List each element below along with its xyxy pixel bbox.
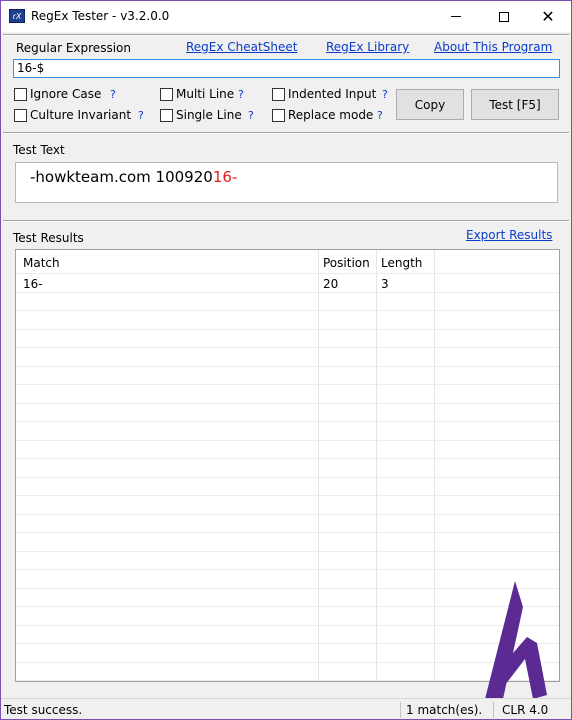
indented-input-label: Indented Input <box>288 87 377 101</box>
close-button[interactable]: ✕ <box>525 1 571 32</box>
status-text: Test success. <box>4 703 83 717</box>
replace-mode-label: Replace mode <box>288 108 374 122</box>
ignore-case-checkbox[interactable] <box>14 87 27 101</box>
row-divider <box>16 551 559 552</box>
minimize-icon <box>451 16 461 17</box>
export-results-link[interactable]: Export Results <box>466 228 552 242</box>
multi-line-help[interactable]: ? <box>238 88 244 101</box>
single-line-label: Single Line <box>176 108 242 122</box>
column-header-match[interactable]: Match <box>23 256 60 270</box>
ignore-case-help[interactable]: ? <box>110 88 116 101</box>
row-divider <box>16 477 559 478</box>
test-text-label: Test Text <box>13 143 65 157</box>
row-divider <box>16 273 559 274</box>
row-divider <box>16 458 559 459</box>
single-line-option[interactable]: Single Line <box>160 108 242 122</box>
row-divider <box>16 384 559 385</box>
column-divider <box>434 250 435 681</box>
single-line-checkbox[interactable] <box>160 108 173 122</box>
ignore-case-label: Ignore Case <box>30 87 102 101</box>
row-divider <box>16 310 559 311</box>
row-divider <box>16 514 559 515</box>
maximize-icon <box>499 11 509 22</box>
regex-input[interactable]: 16-$ <box>13 59 560 78</box>
regex-library-link[interactable]: RegEx Library <box>326 40 409 54</box>
indented-input-checkbox[interactable] <box>272 87 285 101</box>
culture-invariant-label: Culture Invariant <box>30 108 132 122</box>
column-divider <box>318 250 319 681</box>
multi-line-option[interactable]: Multi Line <box>160 87 234 101</box>
row-divider <box>16 347 559 348</box>
minimize-button[interactable] <box>433 1 479 32</box>
divider <box>3 132 569 134</box>
multi-line-checkbox[interactable] <box>160 87 173 101</box>
single-line-help[interactable]: ? <box>248 109 254 122</box>
column-header-length[interactable]: Length <box>381 256 422 270</box>
column-divider <box>376 250 377 681</box>
row-divider <box>16 680 559 681</box>
regex-label: Regular Expression <box>16 41 131 55</box>
title-bar[interactable]: rX RegEx Tester - v3.2.0.0 ✕ <box>1 1 571 32</box>
row-divider <box>16 292 559 293</box>
app-window: rX RegEx Tester - v3.2.0.0 ✕ Regular Exp… <box>0 0 572 720</box>
replace-mode-help[interactable]: ? <box>377 109 383 122</box>
culture-invariant-option[interactable]: Culture Invariant <box>14 108 131 122</box>
replace-mode-option[interactable]: Replace mode <box>272 108 373 122</box>
test-text-plain: -howkteam.com 100920 <box>30 168 213 186</box>
row-divider <box>16 606 559 607</box>
position-cell: 20 <box>323 277 339 291</box>
row-divider <box>16 662 559 663</box>
test-text-match: 16- <box>212 168 238 186</box>
copy-button[interactable]: Copy <box>396 89 464 120</box>
match-cell: 16- <box>23 277 43 291</box>
ignore-case-option[interactable]: Ignore Case <box>14 87 101 101</box>
divider <box>3 220 569 222</box>
replace-mode-checkbox[interactable] <box>272 108 285 122</box>
row-divider <box>16 440 559 441</box>
column-header-position[interactable]: Position <box>323 256 370 270</box>
row-divider <box>16 569 559 570</box>
clr-version: CLR 4.0 <box>502 703 549 717</box>
regex-cheatsheet-link[interactable]: RegEx CheatSheet <box>186 40 297 54</box>
indented-input-help[interactable]: ? <box>382 88 388 101</box>
row-divider <box>16 532 559 533</box>
row-divider <box>16 643 559 644</box>
length-cell: 3 <box>381 277 389 291</box>
row-divider <box>16 366 559 367</box>
culture-invariant-checkbox[interactable] <box>14 108 27 122</box>
status-divider <box>493 702 494 718</box>
test-button[interactable]: Test [F5] <box>471 89 559 120</box>
regex-app-icon: rX <box>9 9 25 23</box>
howkteam-logo <box>485 581 547 699</box>
row-divider <box>16 625 559 626</box>
divider <box>3 34 569 36</box>
row-divider <box>16 588 559 589</box>
row-divider <box>16 329 559 330</box>
row-divider <box>16 421 559 422</box>
maximize-button[interactable] <box>481 1 527 32</box>
status-bar: Test success. 1 match(es). CLR 4.0 <box>1 698 571 719</box>
row-divider <box>16 495 559 496</box>
indented-input-option[interactable]: Indented Input <box>272 87 376 101</box>
match-count: 1 match(es). <box>406 703 483 717</box>
window-title: RegEx Tester - v3.2.0.0 <box>31 9 170 23</box>
close-icon: ✕ <box>541 6 555 26</box>
culture-invariant-help[interactable]: ? <box>138 109 144 122</box>
status-divider <box>400 702 401 718</box>
test-text-input[interactable]: -howkteam.com 10092016- <box>15 162 558 203</box>
row-divider <box>16 403 559 404</box>
about-program-link[interactable]: About This Program <box>434 40 552 54</box>
test-results-label: Test Results <box>13 231 84 245</box>
multi-line-label: Multi Line <box>176 87 235 101</box>
